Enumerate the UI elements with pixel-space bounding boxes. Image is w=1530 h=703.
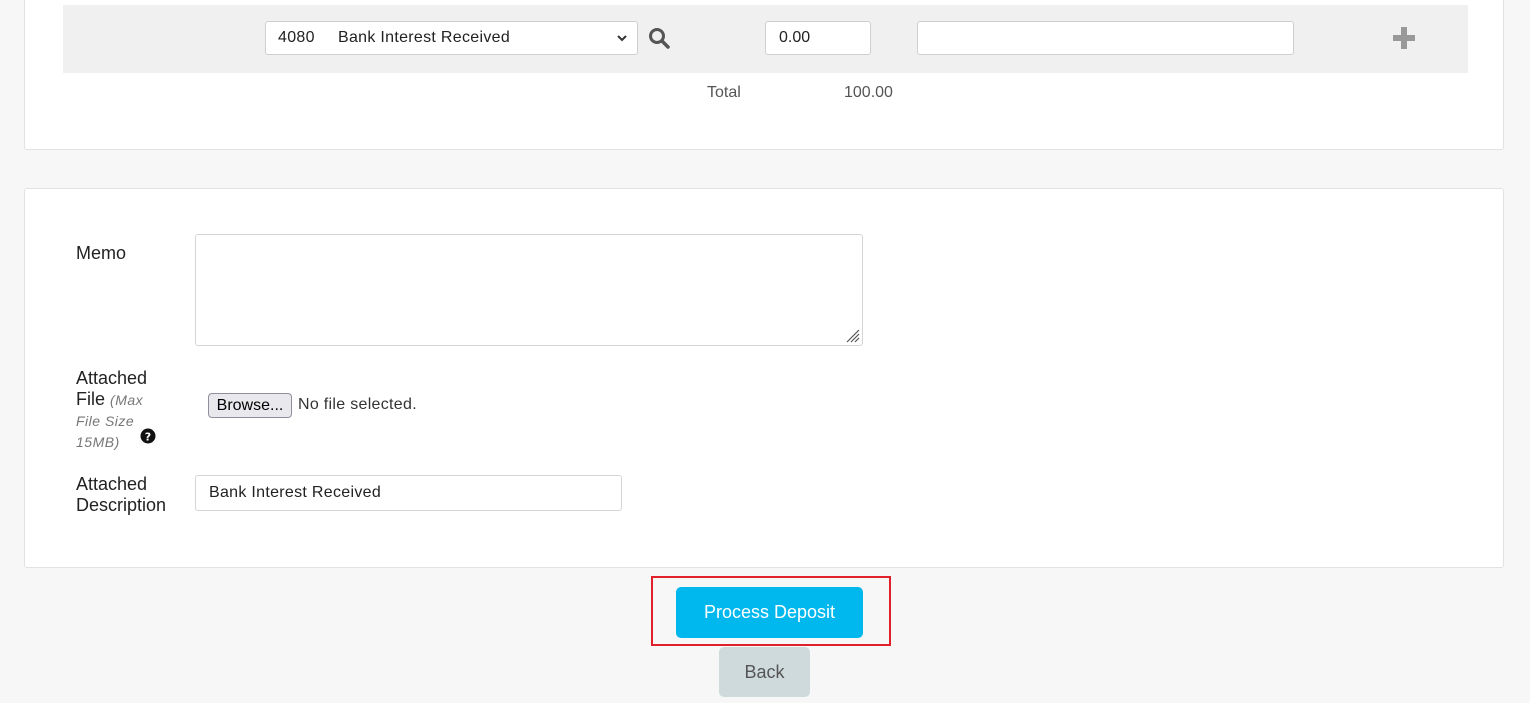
process-deposit-button[interactable]: Process Deposit xyxy=(676,587,863,638)
total-value: 100.00 xyxy=(844,84,893,101)
account-code: 4080 xyxy=(278,29,315,46)
resize-grip-icon[interactable] xyxy=(843,326,861,344)
file-status: No file selected. xyxy=(298,396,417,413)
memo-textarea[interactable] xyxy=(195,234,863,346)
deposit-lines-panel: 4080 Bank Interest Received 0.00 Total 1… xyxy=(24,0,1504,150)
search-icon[interactable] xyxy=(648,27,670,49)
memo-label: Memo xyxy=(76,243,127,263)
svg-text:?: ? xyxy=(145,431,151,444)
attached-description-label: Attached Description xyxy=(76,474,167,515)
deposit-line-row: 4080 Bank Interest Received 0.00 xyxy=(63,5,1468,73)
account-select[interactable]: 4080 Bank Interest Received xyxy=(265,21,638,55)
browse-button[interactable]: Browse... xyxy=(208,393,292,418)
line-description-input[interactable] xyxy=(917,21,1294,55)
back-button[interactable]: Back xyxy=(719,647,810,697)
question-circle-icon[interactable]: ? xyxy=(140,428,156,444)
deposit-details-panel: Memo Attached File (Max File Size 15MB) … xyxy=(24,188,1504,568)
plus-icon[interactable] xyxy=(1391,25,1417,51)
attached-description-input[interactable]: Bank Interest Received xyxy=(195,475,622,511)
chevron-down-icon xyxy=(617,35,627,42)
amount-input[interactable]: 0.00 xyxy=(765,21,871,55)
account-name: Bank Interest Received xyxy=(338,29,511,46)
total-label: Total xyxy=(707,84,741,101)
